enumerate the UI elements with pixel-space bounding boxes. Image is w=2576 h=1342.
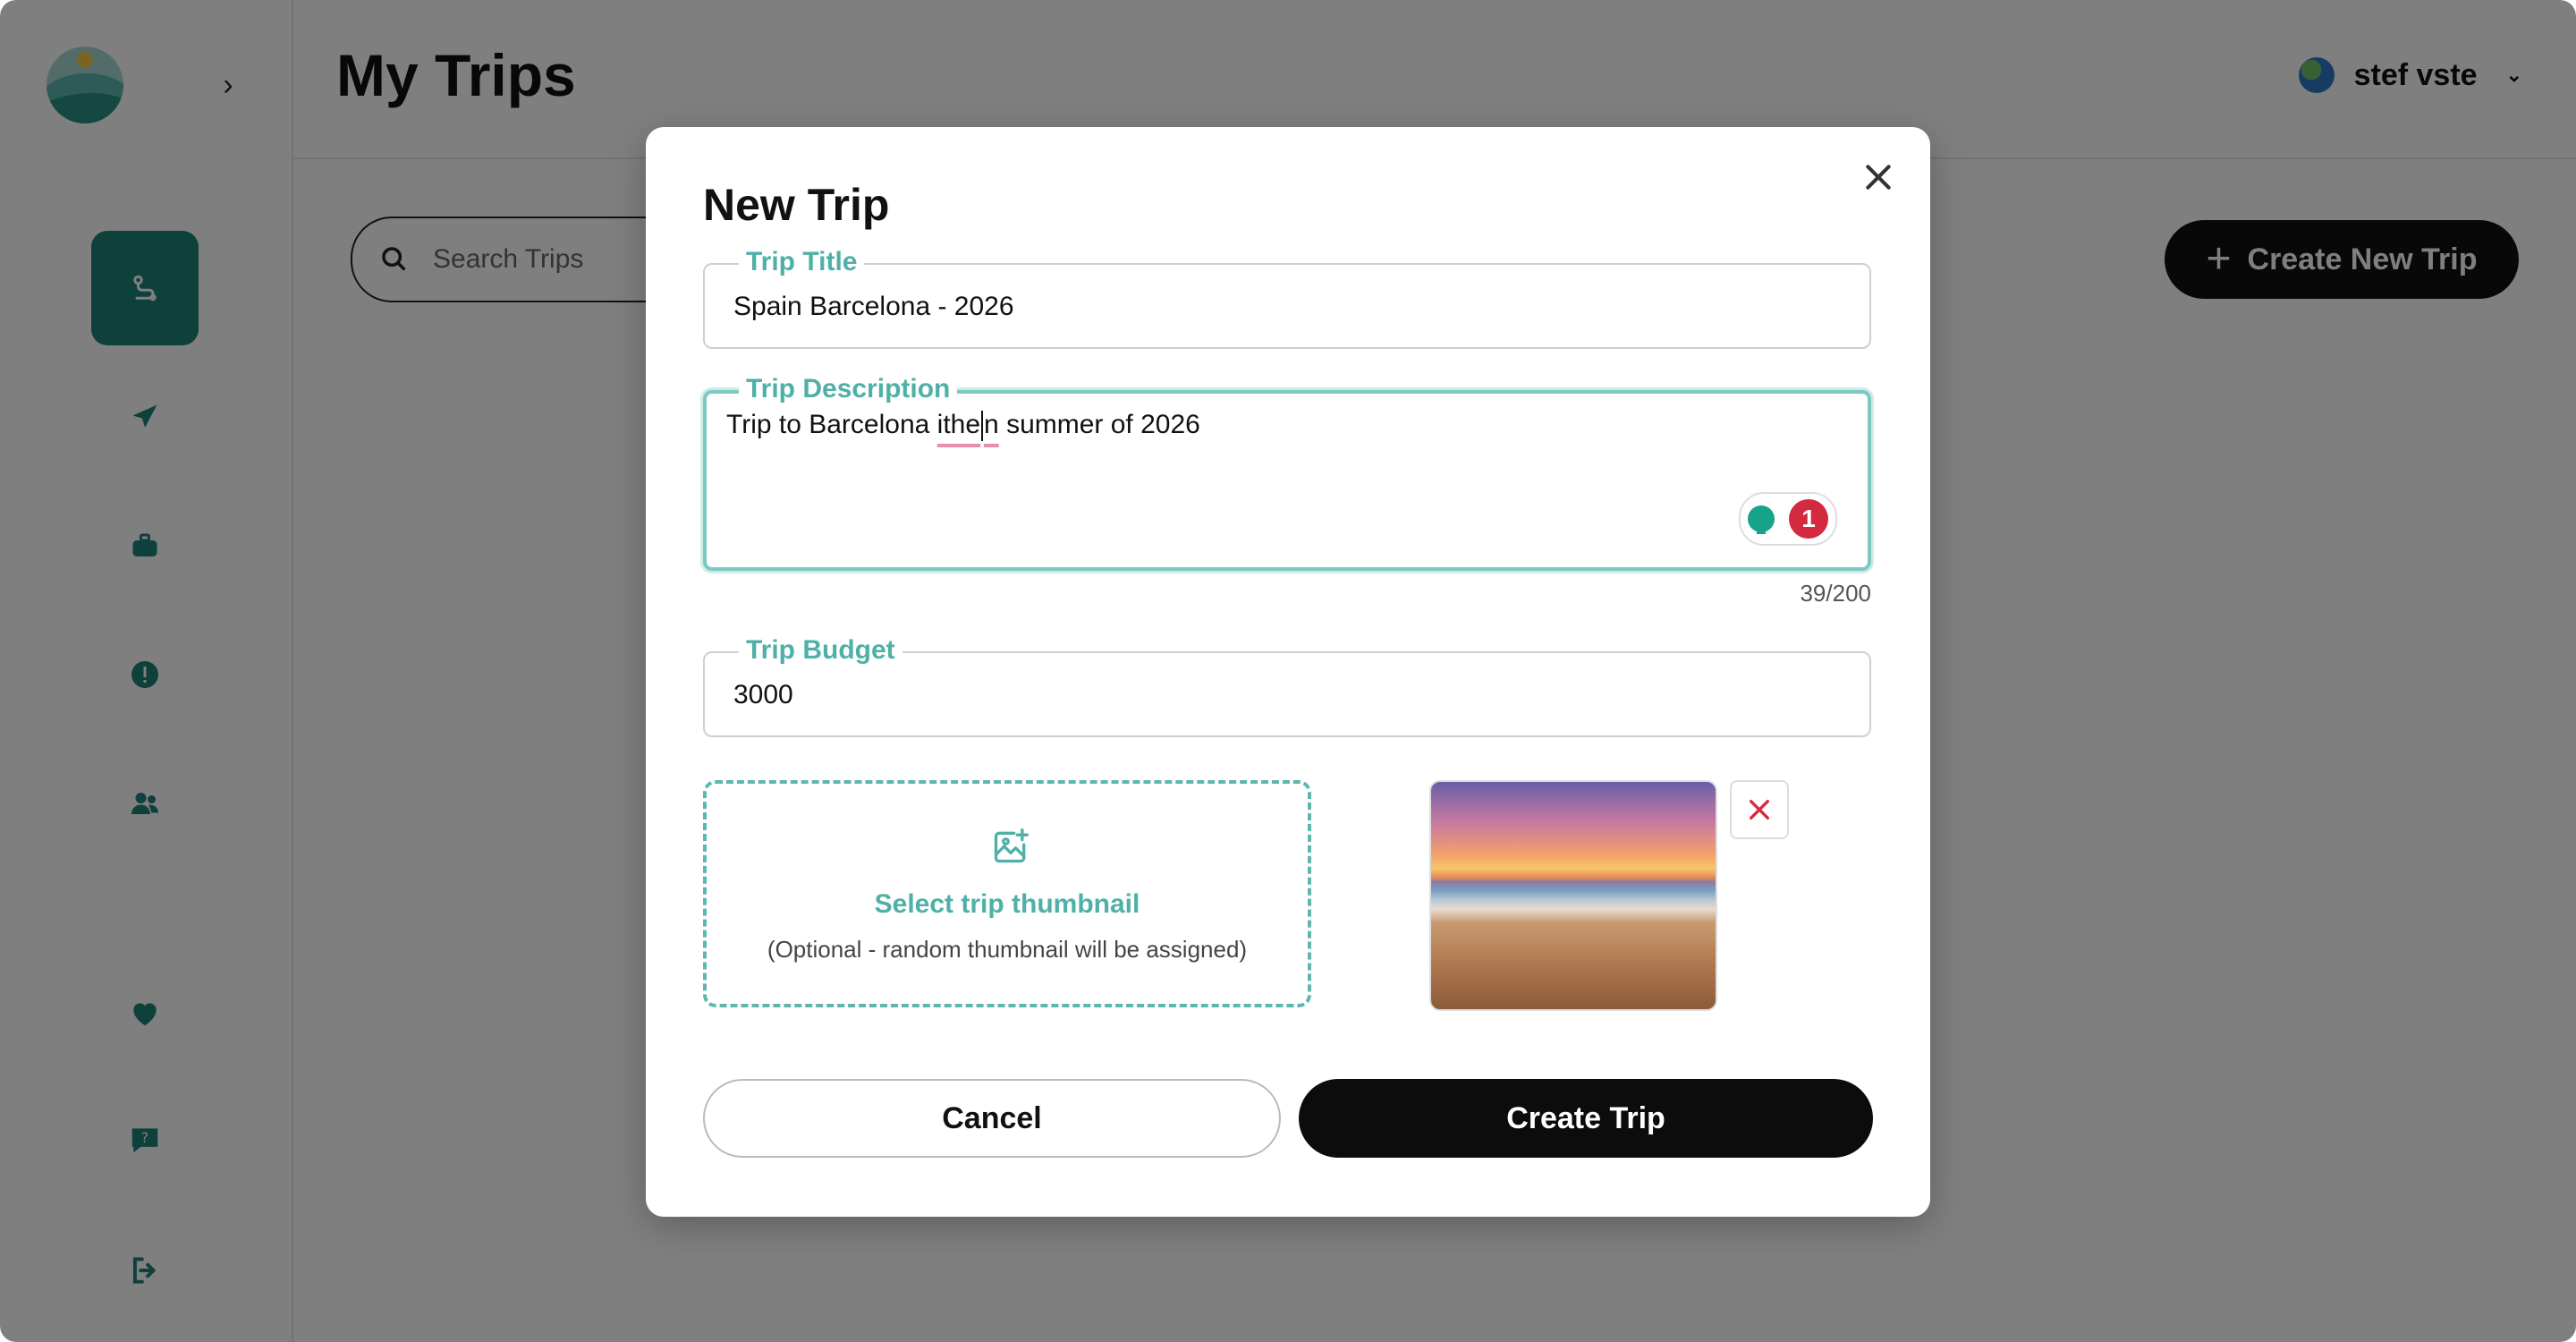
trip-title-label: Trip Title xyxy=(739,247,865,277)
create-trip-button[interactable]: Create Trip xyxy=(1299,1079,1873,1158)
add-image-icon xyxy=(994,828,1029,863)
select-thumbnail-label: Select trip thumbnail xyxy=(874,889,1140,919)
app-window: › ? My Trips st xyxy=(0,0,2576,1342)
close-icon[interactable] xyxy=(1860,159,1896,195)
trip-description-label: Trip Description xyxy=(739,374,958,404)
cancel-button[interactable]: Cancel xyxy=(703,1079,1281,1158)
grammar-checker-widget[interactable]: 1 xyxy=(1739,492,1837,546)
thumbnail-dropzone[interactable]: Select trip thumbnail (Optional - random… xyxy=(703,780,1311,1007)
trip-budget-field[interactable]: Trip Budget 3000 xyxy=(703,635,1871,737)
new-trip-dialog: New Trip Trip Title Spain Barcelona - 20… xyxy=(646,127,1930,1217)
trip-budget-value[interactable]: 3000 xyxy=(733,680,793,710)
thumbnail-preview-image xyxy=(1429,780,1717,1011)
trip-title-value[interactable]: Spain Barcelona - 2026 xyxy=(733,292,1014,322)
trip-description-value[interactable]: Trip to Barcelona ithe n summer of 2026 xyxy=(726,410,1200,442)
thumbnail-hint: (Optional - random thumbnail will be ass… xyxy=(767,936,1248,963)
close-icon xyxy=(1750,800,1769,820)
trip-title-field[interactable]: Trip Title Spain Barcelona - 2026 xyxy=(703,247,1871,349)
remove-thumbnail-button[interactable] xyxy=(1730,780,1789,839)
text-cursor xyxy=(981,411,984,442)
description-char-count: 39/200 xyxy=(1800,580,1871,607)
lightbulb-icon xyxy=(1748,505,1775,534)
grammar-issue-badge: 1 xyxy=(1789,499,1828,539)
misspelled-word[interactable]: ithe n xyxy=(937,410,999,442)
trip-description-field[interactable]: Trip Description Trip to Barcelona ithe n… xyxy=(703,374,1871,571)
dialog-title: New Trip xyxy=(703,180,890,230)
trip-budget-label: Trip Budget xyxy=(739,635,902,666)
